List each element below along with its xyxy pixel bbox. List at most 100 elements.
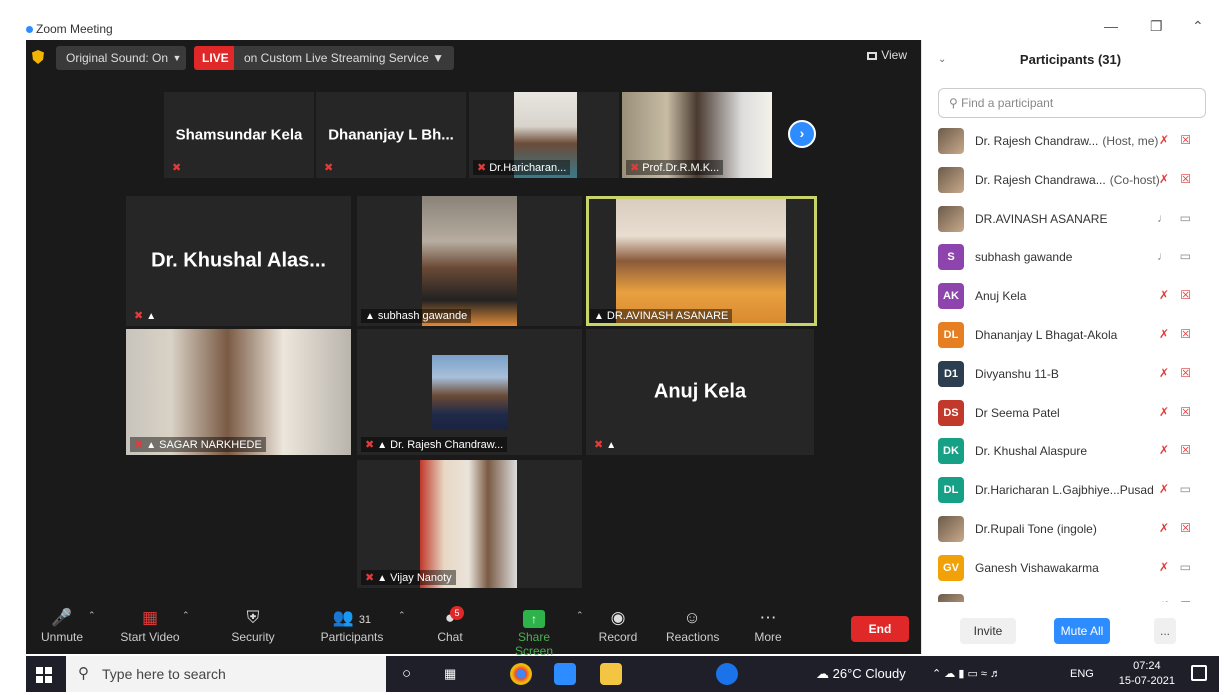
participant-row[interactable]: DK Dr. Khushal Alaspure ✗ ☒ <box>922 432 1219 471</box>
mic-icon[interactable]: ♩ <box>1157 211 1169 225</box>
mic-muted-icon[interactable]: ✗ <box>1159 366 1169 380</box>
audio-options-caret[interactable]: ⌃ <box>88 610 96 621</box>
video-tile[interactable]: ✖ ▲ Dr. Rajesh Chandraw... <box>357 329 582 455</box>
video-off-icon[interactable]: ☒ <box>1180 599 1191 602</box>
more-button[interactable]: ⋯ More <box>752 608 784 644</box>
participant-search-input[interactable]: ⚲ Find a participant <box>938 88 1206 118</box>
original-sound-button[interactable]: Original Sound: On <box>56 46 177 70</box>
language-indicator[interactable]: ENG <box>1070 656 1094 692</box>
video-tile-active-speaker[interactable]: ▲ DR.AVINASH ASANARE <box>586 196 817 326</box>
mic-muted-icon[interactable]: ✗ <box>1159 405 1169 419</box>
video-tile[interactable]: ✖ ▲ Vijay Nanoty <box>357 460 582 588</box>
original-sound-dropdown[interactable]: ▼ <box>168 46 186 70</box>
participant-row[interactable]: Ssubhash gawande ♩ ▭ <box>922 238 1219 277</box>
participants-options-caret[interactable]: ⌃ <box>398 610 406 621</box>
participant-row[interactable]: Dr.Rupali Tone (ingole) ✗ ☒ <box>922 510 1219 549</box>
notification-icon[interactable] <box>1191 665 1207 681</box>
unmute-button[interactable]: 🎤 Unmute ⌃ <box>36 608 96 644</box>
live-service-dropdown[interactable]: on Custom Live Streaming Service ▼ <box>234 46 454 70</box>
view-button[interactable]: View <box>867 48 907 62</box>
start-video-button[interactable]: ▦ Start Video ⌃ <box>118 608 189 644</box>
participant-row[interactable]: DL Dhananjay L Bhagat-Akola ✗ ☒ <box>922 316 1219 355</box>
tile-label-text: DR.AVINASH ASANARE <box>606 310 729 322</box>
video-icon[interactable]: ▭ <box>1180 560 1191 574</box>
video-off-icon[interactable]: ☒ <box>1180 288 1191 302</box>
video-tile[interactable]: Shamsundar Kela ✖ <box>164 92 314 178</box>
video-tile[interactable]: ✖ Dr.Haricharan... <box>469 92 619 178</box>
invite-button[interactable]: Invite <box>960 618 1016 644</box>
video-tile[interactable]: ▲ subhash gawande <box>357 196 582 326</box>
windows-start-icon[interactable] <box>36 667 52 683</box>
mic-muted-icon[interactable]: ✗ <box>1159 172 1169 186</box>
tile-status: ✖ ▲ <box>590 437 623 452</box>
participant-name: Divyanshu 11-B <box>975 367 1059 381</box>
minimize-icon[interactable]: — <box>1104 18 1118 34</box>
participant-row[interactable]: KALAIVIDAGAN KARUPPAIYAN ✗ ☒ <box>922 588 1219 602</box>
participant-row[interactable]: AK Anuj Kela ✗ ☒ <box>922 277 1219 316</box>
task-view-icon[interactable]: ▦ <box>444 656 456 692</box>
mic-muted-icon[interactable]: ✗ <box>1159 599 1169 602</box>
zoom-taskbar-icon[interactable] <box>554 663 576 685</box>
video-off-icon[interactable]: ☒ <box>1180 366 1191 380</box>
participant-row[interactable]: DL Dr.Haricharan L.Gajbhiye...Pusad ✗ ▭ <box>922 471 1219 510</box>
taskbar-search-placeholder: Type here to search <box>102 666 226 682</box>
file-explorer-icon[interactable] <box>600 663 622 685</box>
participants-button[interactable]: 👥 31 Participants ⌃ <box>318 608 406 644</box>
live-service-label: on Custom Live Streaming Service <box>244 51 429 65</box>
taskbar-search-box[interactable]: ⚲ Type here to search <box>66 656 386 692</box>
chat-button[interactable]: ● 5 Chat <box>434 606 466 644</box>
video-icon[interactable]: ▭ <box>1180 249 1191 263</box>
participant-row[interactable]: D1 Divyanshu 11-B ✗ ☒ <box>922 355 1219 394</box>
live-badge[interactable]: LIVE <box>194 46 237 70</box>
mic-muted-icon[interactable]: ✗ <box>1159 482 1169 496</box>
security-shield-icon[interactable] <box>32 50 44 64</box>
help-app-icon[interactable] <box>716 663 738 685</box>
avatar: DL <box>938 321 964 348</box>
end-meeting-button[interactable]: End <box>851 616 909 642</box>
reactions-button[interactable]: ☺ Reactions <box>666 608 719 644</box>
share-screen-button[interactable]: ↑ Share Screen ⌃ <box>500 608 584 658</box>
mic-muted-icon[interactable]: ✗ <box>1159 560 1169 574</box>
panel-more-button[interactable]: ... <box>1154 618 1176 644</box>
mic-muted-icon[interactable]: ✗ <box>1159 443 1169 457</box>
mic-muted-icon[interactable]: ✗ <box>1159 288 1169 302</box>
cortana-icon[interactable]: ○ <box>402 656 411 692</box>
next-page-button[interactable]: › <box>788 120 816 148</box>
video-tile[interactable]: ✖ ▲ SAGAR NARKHEDE <box>126 329 351 455</box>
video-tile[interactable]: ✖ Prof.Dr.R.M.K... <box>622 92 772 178</box>
record-button[interactable]: ◉ Record <box>598 608 638 644</box>
tile-status: ✖ <box>320 160 340 175</box>
video-icon[interactable]: ▭ <box>1180 482 1191 496</box>
video-off-icon[interactable]: ☒ <box>1180 405 1191 419</box>
weather-widget[interactable]: ☁ 26°C Cloudy <box>816 656 906 692</box>
collapse-icon[interactable]: ⌃ <box>1192 18 1204 35</box>
video-tile[interactable]: Anuj Kela ✖ ▲ <box>586 329 814 455</box>
video-options-caret[interactable]: ⌃ <box>182 610 190 621</box>
participant-row[interactable]: Dr. Rajesh Chandraw... (Host, me) ✗ ☒ <box>922 122 1219 161</box>
video-tile[interactable]: Dhananjay L Bh... ✖ <box>316 92 466 178</box>
video-off-icon[interactable]: ☒ <box>1180 172 1191 186</box>
mic-muted-icon[interactable]: ✗ <box>1159 521 1169 535</box>
mic-muted-icon: ✖ <box>630 162 640 174</box>
share-options-caret[interactable]: ⌃ <box>576 610 584 621</box>
participant-row[interactable]: DR.AVINASH ASANARE ♩ ▭ <box>922 200 1219 239</box>
mic-muted-icon[interactable]: ✗ <box>1159 133 1169 147</box>
mic-muted-icon[interactable]: ✗ <box>1159 327 1169 341</box>
tile-label: ✖ ▲ SAGAR NARKHEDE <box>130 437 266 452</box>
participant-row[interactable]: GV Ganesh Vishawakarma ✗ ▭ <box>922 549 1219 588</box>
mic-icon[interactable]: ♩ <box>1157 249 1169 263</box>
restore-icon[interactable]: ❐ <box>1150 18 1163 35</box>
chrome-icon[interactable] <box>510 663 532 685</box>
taskbar-clock[interactable]: 07:24 15-07-2021 <box>1119 659 1175 689</box>
system-tray-icons[interactable]: ⌃ ☁ ▮ ▭ ≈ ♬ <box>932 656 1001 692</box>
participant-row[interactable]: DS Dr Seema Patel ✗ ☒ <box>922 394 1219 433</box>
video-tile[interactable]: Dr. Khushal Alas... ✖ ▲ <box>126 196 351 326</box>
participant-row[interactable]: Dr. Rajesh Chandrawa... (Co-host) ✗ ☒ <box>922 161 1219 200</box>
video-off-icon[interactable]: ☒ <box>1180 133 1191 147</box>
security-button[interactable]: ⛨ Security <box>228 608 278 644</box>
video-off-icon[interactable]: ☒ <box>1180 443 1191 457</box>
video-off-icon[interactable]: ☒ <box>1180 521 1191 535</box>
video-icon[interactable]: ▭ <box>1180 211 1191 225</box>
video-off-icon[interactable]: ☒ <box>1180 327 1191 341</box>
mute-all-button[interactable]: Mute All <box>1054 618 1110 644</box>
